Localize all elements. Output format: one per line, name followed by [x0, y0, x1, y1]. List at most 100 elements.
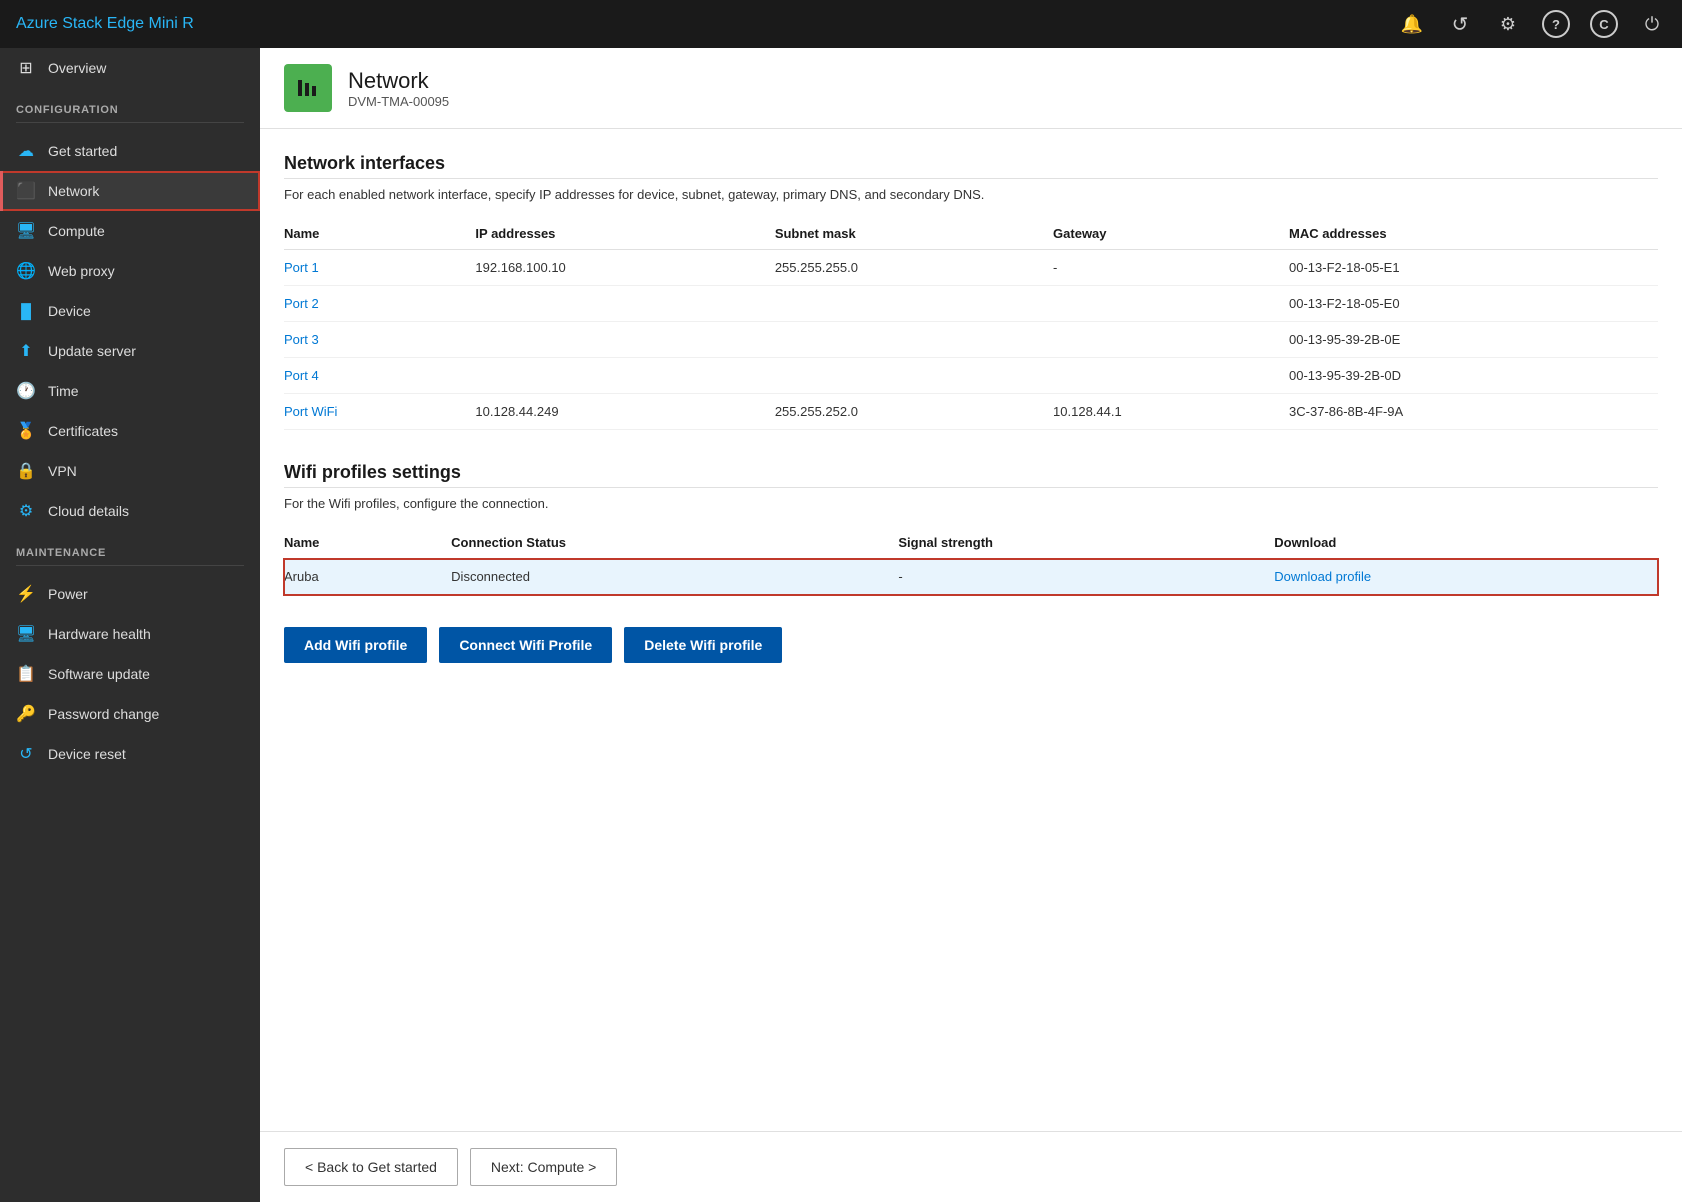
sidebar-item-label: Certificates [48, 423, 118, 439]
software-update-icon: 📋 [16, 664, 36, 684]
ip-cell: 10.128.44.249 [475, 394, 774, 430]
port-name-cell[interactable]: Port 2 [284, 286, 475, 322]
col-gateway: Gateway [1053, 218, 1289, 250]
sidebar-item-label: Device reset [48, 746, 126, 762]
page-subtitle: DVM-TMA-00095 [348, 94, 449, 109]
mac-cell: 00-13-95-39-2B-0D [1289, 358, 1658, 394]
ip-cell: 192.168.100.10 [475, 250, 774, 286]
connect-wifi-button[interactable]: Connect Wifi Profile [439, 627, 612, 663]
settings-icon[interactable]: ⚙ [1494, 10, 1522, 38]
content-area: Network DVM-TMA-00095 Network interfaces… [260, 48, 1682, 1202]
port-name-cell[interactable]: Port 4 [284, 358, 475, 394]
sidebar-item-time[interactable]: 🕐 Time [0, 371, 260, 411]
device-reset-icon: ↺ [16, 744, 36, 764]
password-change-icon: 🔑 [16, 704, 36, 724]
help-icon[interactable]: ? [1542, 10, 1570, 38]
subnet-cell [775, 286, 1053, 322]
sidebar-item-device[interactable]: ▐▌ Device [0, 291, 260, 331]
refresh-icon[interactable]: ↺ [1446, 10, 1474, 38]
sidebar-item-label: Time [48, 383, 79, 399]
delete-wifi-button[interactable]: Delete Wifi profile [624, 627, 782, 663]
certificates-icon: 🏅 [16, 421, 36, 441]
sidebar-item-get-started[interactable]: ☁ Get started [0, 131, 260, 171]
port-name-cell[interactable]: Port WiFi [284, 394, 475, 430]
sidebar-item-device-reset[interactable]: ↺ Device reset [0, 734, 260, 774]
sidebar-item-update-server[interactable]: ⬆ Update server [0, 331, 260, 371]
back-button[interactable]: < Back to Get started [284, 1148, 458, 1186]
network-interfaces-divider [284, 178, 1658, 179]
sidebar-item-vpn[interactable]: 🔒 VPN [0, 451, 260, 491]
sidebar-item-power[interactable]: ⚡ Power [0, 574, 260, 614]
wifi-profiles-section: Wifi profiles settings For the Wifi prof… [284, 462, 1658, 663]
footer-nav: < Back to Get started Next: Compute > [260, 1131, 1682, 1202]
table-row: Port WiFi 10.128.44.249 255.255.252.0 10… [284, 394, 1658, 430]
cloud-details-icon: ⚙ [16, 501, 36, 521]
port-name-cell[interactable]: Port 3 [284, 322, 475, 358]
gateway-cell: 10.128.44.1 [1053, 394, 1289, 430]
wifi-profiles-desc: For the Wifi profiles, configure the con… [284, 496, 1658, 511]
sidebar-item-label: Cloud details [48, 503, 129, 519]
gateway-cell: - [1053, 250, 1289, 286]
col-mac: MAC addresses [1289, 218, 1658, 250]
network-icon: ⬛ [16, 181, 36, 201]
maintenance-section-label: MAINTENANCE [0, 531, 260, 565]
sidebar-item-overview[interactable]: ⊞ Overview [0, 48, 260, 88]
network-interfaces-desc: For each enabled network interface, spec… [284, 187, 1658, 202]
sidebar-item-network[interactable]: ⬛ Network [0, 171, 260, 211]
wifi-download-cell[interactable]: Download profile [1274, 559, 1658, 595]
power-sidebar-icon: ⚡ [16, 584, 36, 604]
wifi-profiles-title: Wifi profiles settings [284, 462, 1658, 483]
wifi-table-row[interactable]: Aruba Disconnected - Download profile [284, 559, 1658, 595]
next-button[interactable]: Next: Compute > [470, 1148, 617, 1186]
ip-cell [475, 322, 774, 358]
power-icon[interactable]: ⏻ [1638, 10, 1666, 38]
page-header: Network DVM-TMA-00095 [260, 48, 1682, 129]
wifi-col-signal: Signal strength [898, 527, 1274, 559]
table-row: Port 2 00-13-F2-18-05-E0 [284, 286, 1658, 322]
sidebar-item-label: Password change [48, 706, 159, 722]
mac-cell: 00-13-95-39-2B-0E [1289, 322, 1658, 358]
hardware-health-icon: 🖥 [16, 624, 36, 644]
wifi-button-row: Add Wifi profile Connect Wifi Profile De… [284, 627, 1658, 663]
page-header-icon [284, 64, 332, 112]
config-divider [16, 122, 244, 123]
sidebar-item-label: Power [48, 586, 88, 602]
app-title: Azure Stack Edge Mini R [16, 15, 1398, 33]
content-body: Network interfaces For each enabled netw… [260, 129, 1682, 1131]
sidebar-item-cloud-details[interactable]: ⚙ Cloud details [0, 491, 260, 531]
sidebar-item-compute[interactable]: 🖥 Compute [0, 211, 260, 251]
network-page-icon [292, 72, 324, 104]
wifi-col-name: Name [284, 527, 451, 559]
mac-cell: 00-13-F2-18-05-E1 [1289, 250, 1658, 286]
table-row: Port 4 00-13-95-39-2B-0D [284, 358, 1658, 394]
network-interfaces-table: Name IP addresses Subnet mask Gateway MA… [284, 218, 1658, 430]
col-subnet: Subnet mask [775, 218, 1053, 250]
wifi-profiles-divider [284, 487, 1658, 488]
sidebar-item-software-update[interactable]: 📋 Software update [0, 654, 260, 694]
ip-cell [475, 358, 774, 394]
sidebar-item-label: Hardware health [48, 626, 151, 642]
col-ip: IP addresses [475, 218, 774, 250]
sidebar: ⊞ Overview CONFIGURATION ☁ Get started ⬛… [0, 48, 260, 1202]
port-name-cell[interactable]: Port 1 [284, 250, 475, 286]
sidebar-item-password-change[interactable]: 🔑 Password change [0, 694, 260, 734]
web-proxy-icon: 🌐 [16, 261, 36, 281]
sidebar-item-label: Software update [48, 666, 150, 682]
wifi-col-download: Download [1274, 527, 1658, 559]
sidebar-item-label: Compute [48, 223, 105, 239]
mac-cell: 00-13-F2-18-05-E0 [1289, 286, 1658, 322]
copyright-icon[interactable]: C [1590, 10, 1618, 38]
sidebar-item-web-proxy[interactable]: 🌐 Web proxy [0, 251, 260, 291]
sidebar-item-label: Web proxy [48, 263, 115, 279]
sidebar-item-hardware-health[interactable]: 🖥 Hardware health [0, 614, 260, 654]
mac-cell: 3C-37-86-8B-4F-9A [1289, 394, 1658, 430]
col-name: Name [284, 218, 475, 250]
wifi-profiles-table: Name Connection Status Signal strength D… [284, 527, 1658, 595]
bell-icon[interactable]: 🔔 [1398, 10, 1426, 38]
add-wifi-button[interactable]: Add Wifi profile [284, 627, 427, 663]
wifi-status-cell: Disconnected [451, 559, 898, 595]
maintenance-divider [16, 565, 244, 566]
sidebar-item-label: Device [48, 303, 91, 319]
sidebar-item-certificates[interactable]: 🏅 Certificates [0, 411, 260, 451]
subnet-cell: 255.255.255.0 [775, 250, 1053, 286]
